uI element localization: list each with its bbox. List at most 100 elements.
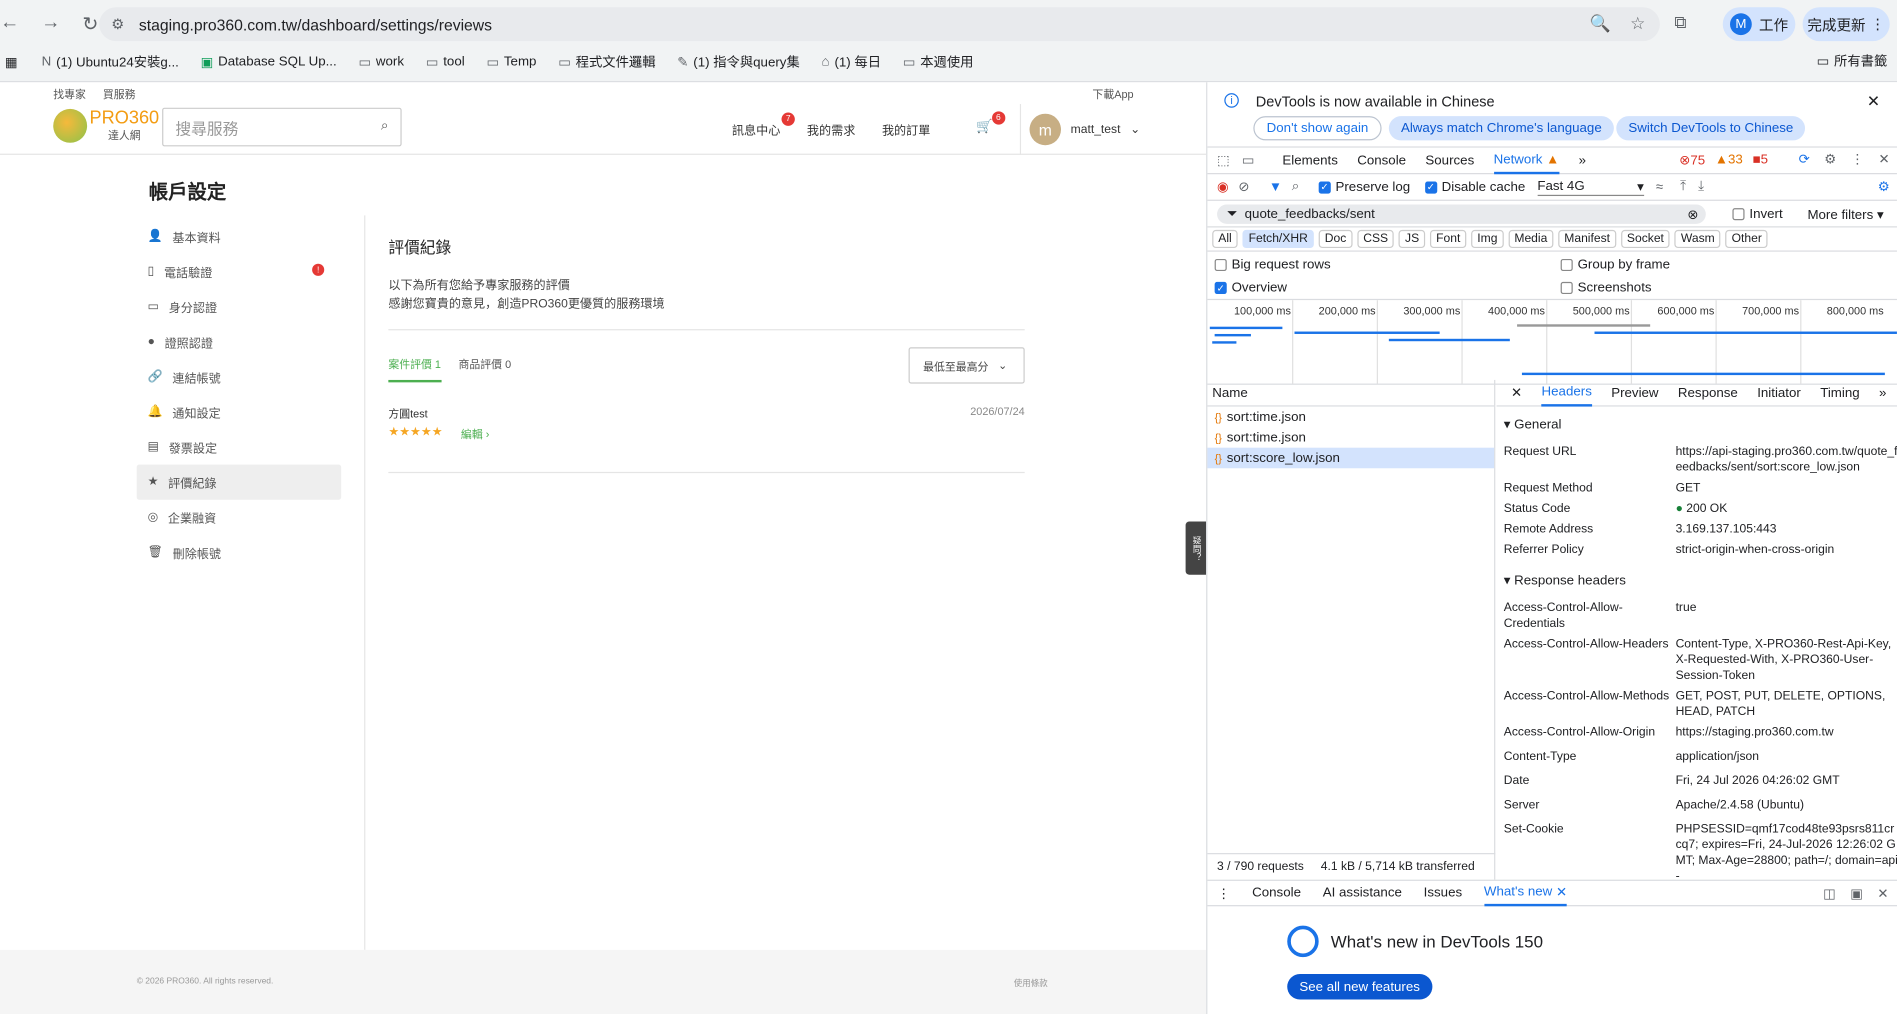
address-bar[interactable]: ⚙ staging.pro360.com.tw/dashboard/settin…: [99, 7, 1660, 42]
sidebar-item-license[interactable]: ● 證照認證: [137, 324, 341, 359]
request-row[interactable]: {} sort:time.json: [1207, 427, 1494, 448]
drawer-tab-ai[interactable]: AI assistance: [1323, 886, 1402, 901]
type-wasm[interactable]: Wasm: [1674, 229, 1721, 249]
drawer-tab-console[interactable]: Console: [1252, 886, 1301, 901]
bookmark-item[interactable]: ▣ Database SQL Up...: [201, 54, 337, 69]
type-doc[interactable]: Doc: [1318, 229, 1353, 249]
drawer-toggle-icon[interactable]: ▣: [1850, 886, 1863, 902]
bookmark-folder[interactable]: ▭ Temp: [486, 54, 536, 69]
request-row[interactable]: {} sort:time.json: [1207, 407, 1494, 428]
bookmark-item[interactable]: ⌂ (1) 每日: [822, 52, 881, 71]
sort-select[interactable]: 最低至最高分 ⌄: [908, 347, 1025, 384]
match-language-button[interactable]: Always match Chrome's language: [1388, 116, 1614, 141]
record-icon[interactable]: ◉: [1217, 179, 1229, 195]
gear-icon[interactable]: ⚙: [1824, 151, 1836, 167]
tab-network[interactable]: Network ▲: [1493, 147, 1560, 174]
back-icon[interactable]: ←: [0, 12, 19, 36]
switch-chinese-button[interactable]: Switch DevTools to Chinese: [1616, 116, 1806, 141]
tab-console[interactable]: Console: [1357, 153, 1406, 168]
nav-my-requests[interactable]: 我的需求: [807, 120, 855, 138]
tab-timing[interactable]: Timing: [1820, 385, 1859, 400]
group-frame-checkbox[interactable]: Group by frame: [1560, 258, 1670, 272]
filter-icon[interactable]: ▼: [1269, 180, 1282, 195]
big-rows-checkbox[interactable]: Big request rows: [1214, 258, 1331, 272]
tab-initiator[interactable]: Initiator: [1757, 385, 1801, 400]
name-column-header[interactable]: Name: [1207, 380, 1495, 407]
sidebar-item-reviews[interactable]: ★ 評價紀錄: [136, 464, 342, 500]
forward-icon[interactable]: →: [41, 12, 60, 36]
tab-sources[interactable]: Sources: [1425, 153, 1474, 168]
type-manifest[interactable]: Manifest: [1558, 229, 1617, 249]
sidebar-item-phone[interactable]: ▯ 電話驗證!: [137, 254, 341, 289]
issue-counts[interactable]: ⊗75 ▲33 ■5: [1679, 152, 1768, 168]
reload-icon[interactable]: ↻: [82, 12, 98, 36]
user-menu[interactable]: m matt_test ⌄: [1019, 104, 1140, 155]
download-app-link[interactable]: 下載App: [1092, 85, 1133, 101]
dock-side-icon[interactable]: ◫: [1823, 886, 1836, 902]
overview-checkbox[interactable]: ✓ Overview: [1214, 281, 1287, 295]
preserve-log-checkbox[interactable]: ✓ Preserve log: [1318, 180, 1410, 194]
clear-icon[interactable]: ⊘: [1238, 179, 1249, 195]
tab-response[interactable]: Response: [1678, 385, 1738, 400]
type-img[interactable]: Img: [1471, 229, 1504, 249]
top-link-buy-service[interactable]: 買服務: [103, 85, 136, 101]
upload-icon[interactable]: ⤒: [1680, 179, 1686, 195]
sidebar-item-identity[interactable]: ▭ 身分認證: [137, 289, 341, 324]
type-media[interactable]: Media: [1508, 229, 1554, 249]
dont-show-again-button[interactable]: Don't show again: [1253, 116, 1382, 141]
response-headers-section-header[interactable]: ▾ Response headers: [1497, 563, 1897, 589]
bookmark-folder[interactable]: ▭ 程式文件邏輯: [558, 52, 655, 71]
more-tabs-icon[interactable]: »: [1879, 385, 1886, 400]
search-icon[interactable]: ⌕: [381, 119, 388, 135]
type-font[interactable]: Font: [1430, 229, 1467, 249]
clear-filter-icon[interactable]: ⊗: [1687, 206, 1698, 223]
top-link-find-expert[interactable]: 找專家: [53, 85, 86, 101]
device-toolbar-icon[interactable]: ▭: [1242, 152, 1255, 169]
nav-my-orders[interactable]: 我的訂單: [882, 120, 930, 138]
help-float-tab[interactable]: 疑問？: [1185, 521, 1207, 575]
inspect-icon[interactable]: ⬚: [1217, 152, 1230, 169]
more-vert-icon[interactable]: ⋮: [1851, 151, 1864, 167]
site-logo[interactable]: PRO360 達人網: [53, 108, 159, 143]
drawer-menu-icon[interactable]: ⋮: [1217, 885, 1230, 901]
bookmark-star-icon[interactable]: ☆: [1630, 13, 1645, 34]
tab-elements[interactable]: Elements: [1282, 153, 1337, 168]
bookmark-folder[interactable]: ▭ work: [358, 54, 404, 69]
tab-case-reviews[interactable]: 案件評價 1: [388, 356, 441, 383]
tab-preview[interactable]: Preview: [1611, 385, 1658, 400]
throttle-select[interactable]: Fast 4G ▾: [1537, 178, 1644, 196]
sidebar-item-link-account[interactable]: 🔗 連結帳號: [137, 359, 341, 394]
request-row-selected[interactable]: {} sort:score_low.json: [1207, 447, 1495, 469]
edit-review-link[interactable]: 編輯 ›: [461, 426, 489, 442]
filter-input[interactable]: ⏷ quote_feedbacks/sent ⊗: [1217, 204, 1706, 224]
tab-product-reviews[interactable]: 商品評價 0: [459, 356, 512, 372]
drawer-tab-issues[interactable]: Issues: [1424, 886, 1462, 901]
close-icon[interactable]: ✕: [1879, 151, 1890, 167]
type-fetch-xhr[interactable]: Fetch/XHR: [1242, 229, 1314, 249]
type-js[interactable]: JS: [1399, 229, 1426, 249]
close-icon[interactable]: ✕: [1511, 385, 1522, 401]
sidebar-item-financing[interactable]: ◎ 企業融資: [137, 500, 341, 535]
type-socket[interactable]: Socket: [1620, 229, 1670, 249]
site-info-icon[interactable]: ⚙: [111, 16, 124, 33]
cart-icon[interactable]: 🛒 6: [976, 111, 1005, 134]
profile-button[interactable]: M 工作: [1722, 7, 1796, 42]
network-settings-icon[interactable]: ⚙: [1878, 179, 1890, 195]
search-input[interactable]: 搜尋服務 ⌕: [162, 107, 402, 147]
zoom-icon[interactable]: 🔍: [1590, 13, 1611, 34]
extensions-icon[interactable]: ⧉: [1674, 12, 1686, 33]
sync-icon[interactable]: ⟳: [1799, 151, 1810, 167]
all-bookmarks[interactable]: ▭ 所有書籤: [1817, 51, 1888, 70]
close-icon[interactable]: ✕: [1867, 92, 1880, 111]
download-icon[interactable]: ⤓: [1698, 179, 1704, 195]
general-section-header[interactable]: ▾ General: [1497, 407, 1897, 432]
close-icon[interactable]: ✕: [1877, 886, 1888, 902]
sidebar-item-notify[interactable]: 🔔 通知設定: [137, 394, 341, 429]
bookmark-folder[interactable]: ▭ tool: [426, 54, 465, 69]
search-icon[interactable]: ⌕: [1292, 179, 1299, 195]
sidebar-item-basic[interactable]: 👤 基本資料: [137, 219, 341, 254]
timeline-overview[interactable]: 100,000 ms 200,000 ms 300,000 ms 400,000…: [1207, 300, 1897, 385]
type-other[interactable]: Other: [1725, 229, 1768, 249]
tab-headers[interactable]: Headers: [1541, 380, 1592, 406]
network-conditions-icon[interactable]: ≈: [1656, 180, 1663, 195]
